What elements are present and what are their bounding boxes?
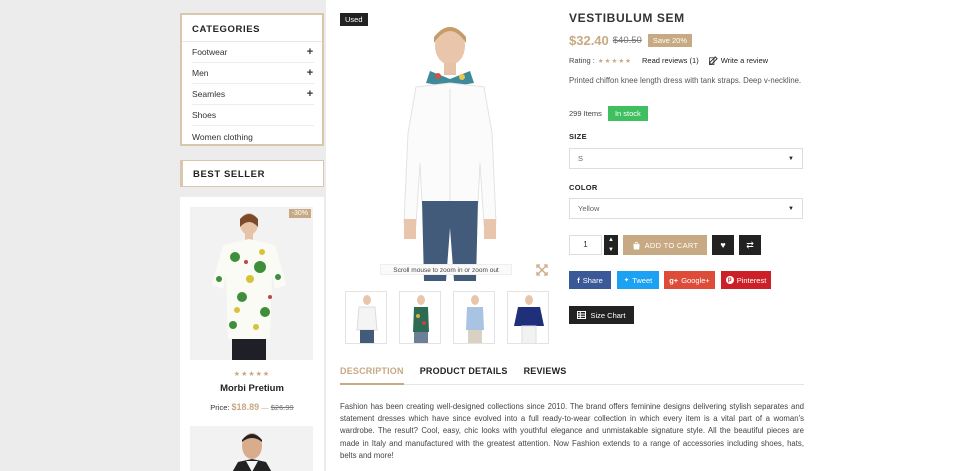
category-label[interactable]: Footwear	[192, 47, 227, 57]
plus-icon[interactable]: +	[306, 88, 314, 100]
color-select[interactable]: Yellow ▼	[569, 198, 803, 219]
pinterest-share-label: Pinterest	[736, 275, 767, 285]
twitter-icon: ✦	[623, 277, 630, 284]
quantity-decrease-button[interactable]: ▼	[604, 245, 618, 255]
size-chart-label: Size Chart	[590, 310, 626, 320]
google-share-button[interactable]: g+ Google+	[664, 271, 715, 289]
category-item-seamles[interactable]: Seamles +	[192, 84, 314, 105]
size-select[interactable]: S ▼	[569, 148, 803, 169]
thumbnail-image	[346, 292, 386, 343]
google-plus-icon: g+	[669, 275, 679, 285]
plus-icon[interactable]: +	[306, 46, 314, 58]
facebook-share-label: Share	[582, 275, 603, 285]
category-label[interactable]: Seamles	[192, 89, 225, 99]
product-photo-white-shirt	[340, 13, 550, 281]
best-seller-header: BEST SELLER	[180, 160, 324, 187]
plus-icon[interactable]: +	[306, 67, 314, 79]
product-photo-man	[190, 426, 313, 471]
fullscreen-icon	[536, 264, 548, 276]
pinterest-icon: p	[725, 276, 734, 284]
color-selected-value: Yellow	[578, 204, 600, 213]
rating-stars: ★★★★★	[233, 371, 271, 378]
product-title: VESTIBULUM SEM	[569, 11, 685, 25]
category-label[interactable]: Men	[192, 68, 209, 78]
category-item-women-clothing[interactable]: Women clothing	[192, 126, 314, 147]
category-label[interactable]: Women clothing	[192, 132, 253, 142]
current-price: $18.89	[231, 402, 260, 412]
twitter-share-button[interactable]: ✦ Tweet	[617, 271, 659, 289]
write-review-label[interactable]: Write a review	[721, 56, 768, 65]
read-reviews-link[interactable]: Read reviews (1)	[642, 56, 699, 65]
best-seller-product-name[interactable]: Morbi Pretium	[180, 383, 324, 394]
best-seller-product-image[interactable]: -30%	[190, 207, 313, 360]
tab-description[interactable]: DESCRIPTION	[340, 366, 404, 385]
best-seller-list: -30% ★★★★★ Morbi Pretium Price: $18.89 —…	[180, 197, 324, 471]
table-icon	[577, 311, 587, 319]
facebook-share-button[interactable]: f Share	[569, 271, 611, 289]
heart-icon: ♥	[720, 240, 726, 250]
rating-label: Rating :	[569, 56, 595, 65]
pinterest-share-button[interactable]: p Pinterest	[721, 271, 771, 289]
old-price: $26.99	[270, 403, 294, 412]
thumbnail-image	[508, 292, 548, 343]
shopping-bag-icon	[632, 241, 640, 250]
add-to-cart-label: ADD TO CART	[644, 240, 699, 250]
tab-reviews[interactable]: REVIEWS	[524, 366, 567, 385]
rating-stars: ★★★★★	[597, 57, 632, 65]
category-item-shoes[interactable]: Shoes	[192, 105, 314, 126]
stock-badge: In stock	[607, 106, 648, 121]
condition-badge: Used	[340, 13, 368, 26]
size-selected-value: S	[578, 154, 584, 163]
color-label: COLOR	[569, 183, 598, 192]
short-description: Printed chiffon knee length dress with t…	[569, 76, 802, 85]
quantity-increase-button[interactable]: ▲	[604, 235, 618, 245]
compare-button[interactable]: ⇄	[739, 235, 761, 255]
quantity-input[interactable]: 1	[569, 235, 602, 255]
compare-icon: ⇄	[746, 240, 754, 250]
add-to-cart-button[interactable]: ADD TO CART	[623, 235, 707, 255]
size-chart-button[interactable]: Size Chart	[569, 306, 634, 324]
wishlist-button[interactable]: ♥	[712, 235, 734, 255]
category-item-footwear[interactable]: Footwear +	[192, 42, 314, 63]
category-item-men[interactable]: Men +	[192, 63, 314, 84]
chevron-down-icon: ▼	[788, 205, 794, 212]
main-product-image[interactable]	[340, 13, 550, 281]
items-count: 299 Items	[569, 109, 602, 118]
price-separator: —	[261, 403, 269, 412]
product-tabs: DESCRIPTION PRODUCT DETAILS REVIEWS	[340, 366, 804, 385]
best-seller-title: BEST SELLER	[193, 169, 266, 180]
price-row: $32.40 $40.50 Save 20%	[569, 33, 693, 48]
stock-row: 299 Items In stock	[569, 106, 648, 121]
old-price: $40.50	[612, 35, 642, 46]
rating-row: Rating : ★★★★★ Read reviews (1) Write a …	[569, 56, 768, 65]
thumbnail-1[interactable]	[345, 291, 387, 344]
facebook-icon: f	[577, 275, 580, 285]
categories-panel: CATEGORIES Footwear + Men + Seamles + Sh…	[180, 13, 324, 146]
save-badge: Save 20%	[647, 34, 693, 47]
tab-product-details[interactable]: PRODUCT DETAILS	[420, 366, 508, 385]
thumbnail-3[interactable]	[453, 291, 495, 344]
chevron-down-icon: ▼	[788, 155, 794, 162]
best-seller-product-image-2[interactable]	[190, 426, 313, 471]
expand-icon[interactable]	[536, 264, 548, 276]
thumbnail-strip	[345, 291, 549, 344]
discount-badge: -30%	[288, 209, 311, 218]
category-label[interactable]: Shoes	[192, 110, 216, 120]
twitter-share-label: Tweet	[632, 275, 653, 285]
google-share-label: Google+	[681, 275, 710, 285]
current-price: $32.40	[569, 33, 609, 48]
zoom-hint: Scroll mouse to zoom in or zoom out	[380, 264, 512, 275]
product-photo-floral-top	[190, 207, 313, 360]
price-label: Price:	[210, 403, 230, 412]
thumbnail-image	[454, 292, 494, 343]
thumbnail-2[interactable]	[399, 291, 441, 344]
best-seller-price: Price: $18.89 — $26.99	[180, 402, 324, 412]
thumbnail-image	[400, 292, 440, 343]
edit-icon	[708, 56, 718, 65]
thumbnail-4[interactable]	[507, 291, 549, 344]
categories-title: CATEGORIES	[182, 15, 322, 42]
product-description: Fashion has been creating well-designed …	[340, 402, 804, 460]
write-review-link[interactable]: Write a review	[708, 56, 768, 65]
size-label: SIZE	[569, 132, 587, 141]
